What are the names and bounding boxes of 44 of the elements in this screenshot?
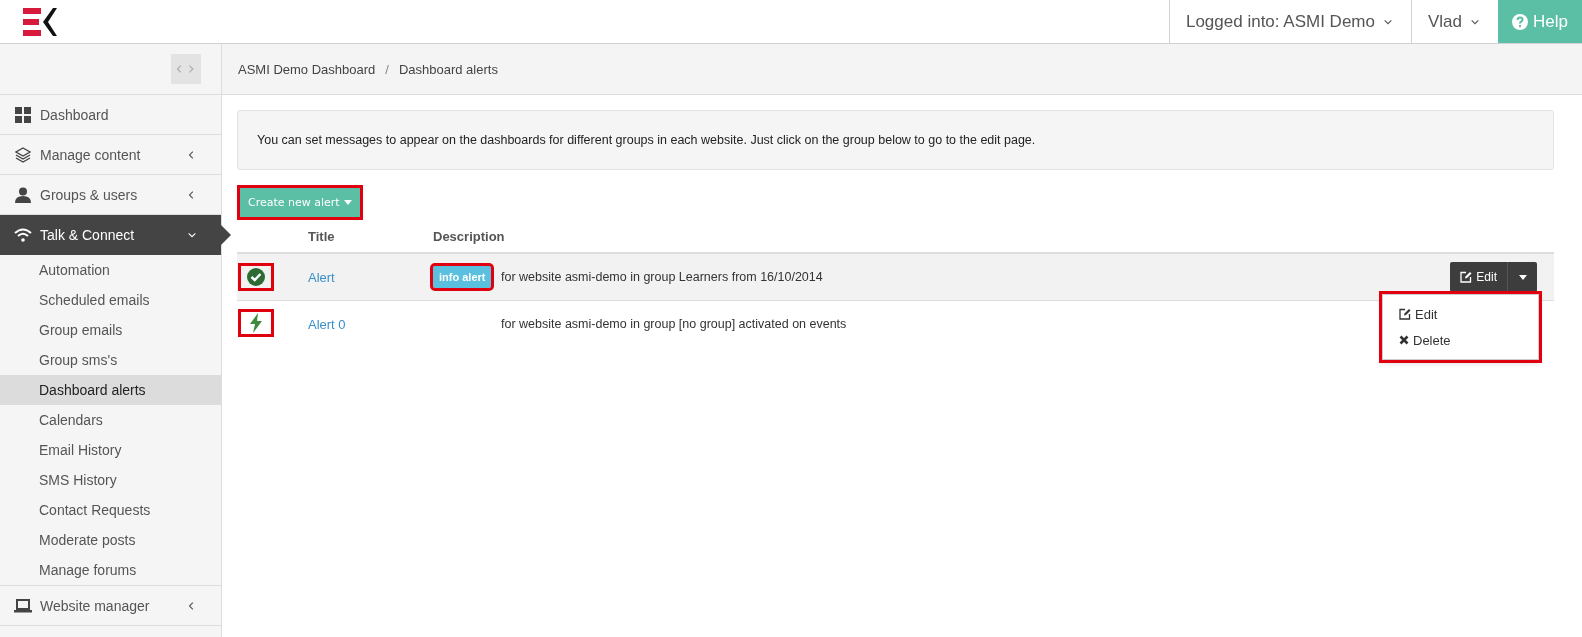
logo-icon	[23, 8, 57, 36]
nav-subitem[interactable]: Moderate posts	[0, 525, 221, 555]
sidebar-toggle[interactable]	[171, 54, 201, 84]
question-circle-icon	[1512, 13, 1528, 30]
chevron-down-icon	[187, 230, 197, 240]
laptop-icon	[14, 598, 32, 613]
nav-subitem[interactable]: Automation	[0, 255, 221, 285]
column-header: Description	[433, 229, 505, 244]
alert-type-badge: info alert	[433, 266, 492, 288]
caret-icon	[343, 200, 352, 205]
info-message: You can set messages to appear on the dashboards for different groups in each website. Just click on the group below to go to the edit page.	[237, 110, 1554, 170]
menu-item[interactable]: Edit	[1383, 301, 1538, 327]
nav-subitem[interactable]: Email History	[0, 435, 221, 465]
breadcrumb-separator: /	[385, 61, 389, 77]
nav-item[interactable]: Website manager	[0, 586, 221, 626]
edit-icon	[1399, 308, 1411, 320]
nav-subitem[interactable]: Calendars	[0, 405, 221, 435]
layers-icon	[15, 146, 31, 163]
lightning-bolt-icon	[249, 313, 263, 333]
alert-description: for website asmi-demo in group Learners from 16/10/2014	[501, 270, 823, 284]
nav-item[interactable]: Manage content	[0, 135, 221, 175]
wifi-icon	[14, 228, 32, 242]
alert-title-link[interactable]: Alert 0	[308, 316, 346, 332]
nav-subitem[interactable]: Scheduled emails	[0, 285, 221, 315]
breadcrumb-item[interactable]: Dashboard alerts	[398, 61, 498, 77]
nav-subitem[interactable]: Dashboard alerts	[0, 375, 221, 405]
menu-item[interactable]: Delete	[1383, 327, 1538, 353]
alert-description: for website asmi-demo in group [no group] activated on events	[501, 317, 847, 331]
nav-item[interactable]: Dashboard	[0, 95, 221, 135]
grid-icon	[15, 106, 31, 123]
edit-button[interactable]: Edit	[1450, 262, 1507, 292]
close-icon	[1399, 335, 1409, 345]
edit-icon	[1460, 271, 1473, 283]
breadcrumb-item[interactable]: ASMI Demo Dashboard	[238, 61, 376, 77]
person-icon	[15, 186, 31, 203]
nav-subitem[interactable]: SMS History	[0, 465, 221, 495]
nav-subitem[interactable]: Contact Requests	[0, 495, 221, 525]
column-header: Title	[308, 229, 335, 244]
nav-subitem[interactable]: Group emails	[0, 315, 221, 345]
nav-subitem[interactable]: Manage forums	[0, 555, 221, 585]
check-circle-icon	[247, 267, 265, 286]
caret-icon	[1518, 274, 1527, 280]
dropdown-toggle[interactable]	[1507, 262, 1537, 292]
nav-subitem[interactable]: Group sms's	[0, 345, 221, 375]
